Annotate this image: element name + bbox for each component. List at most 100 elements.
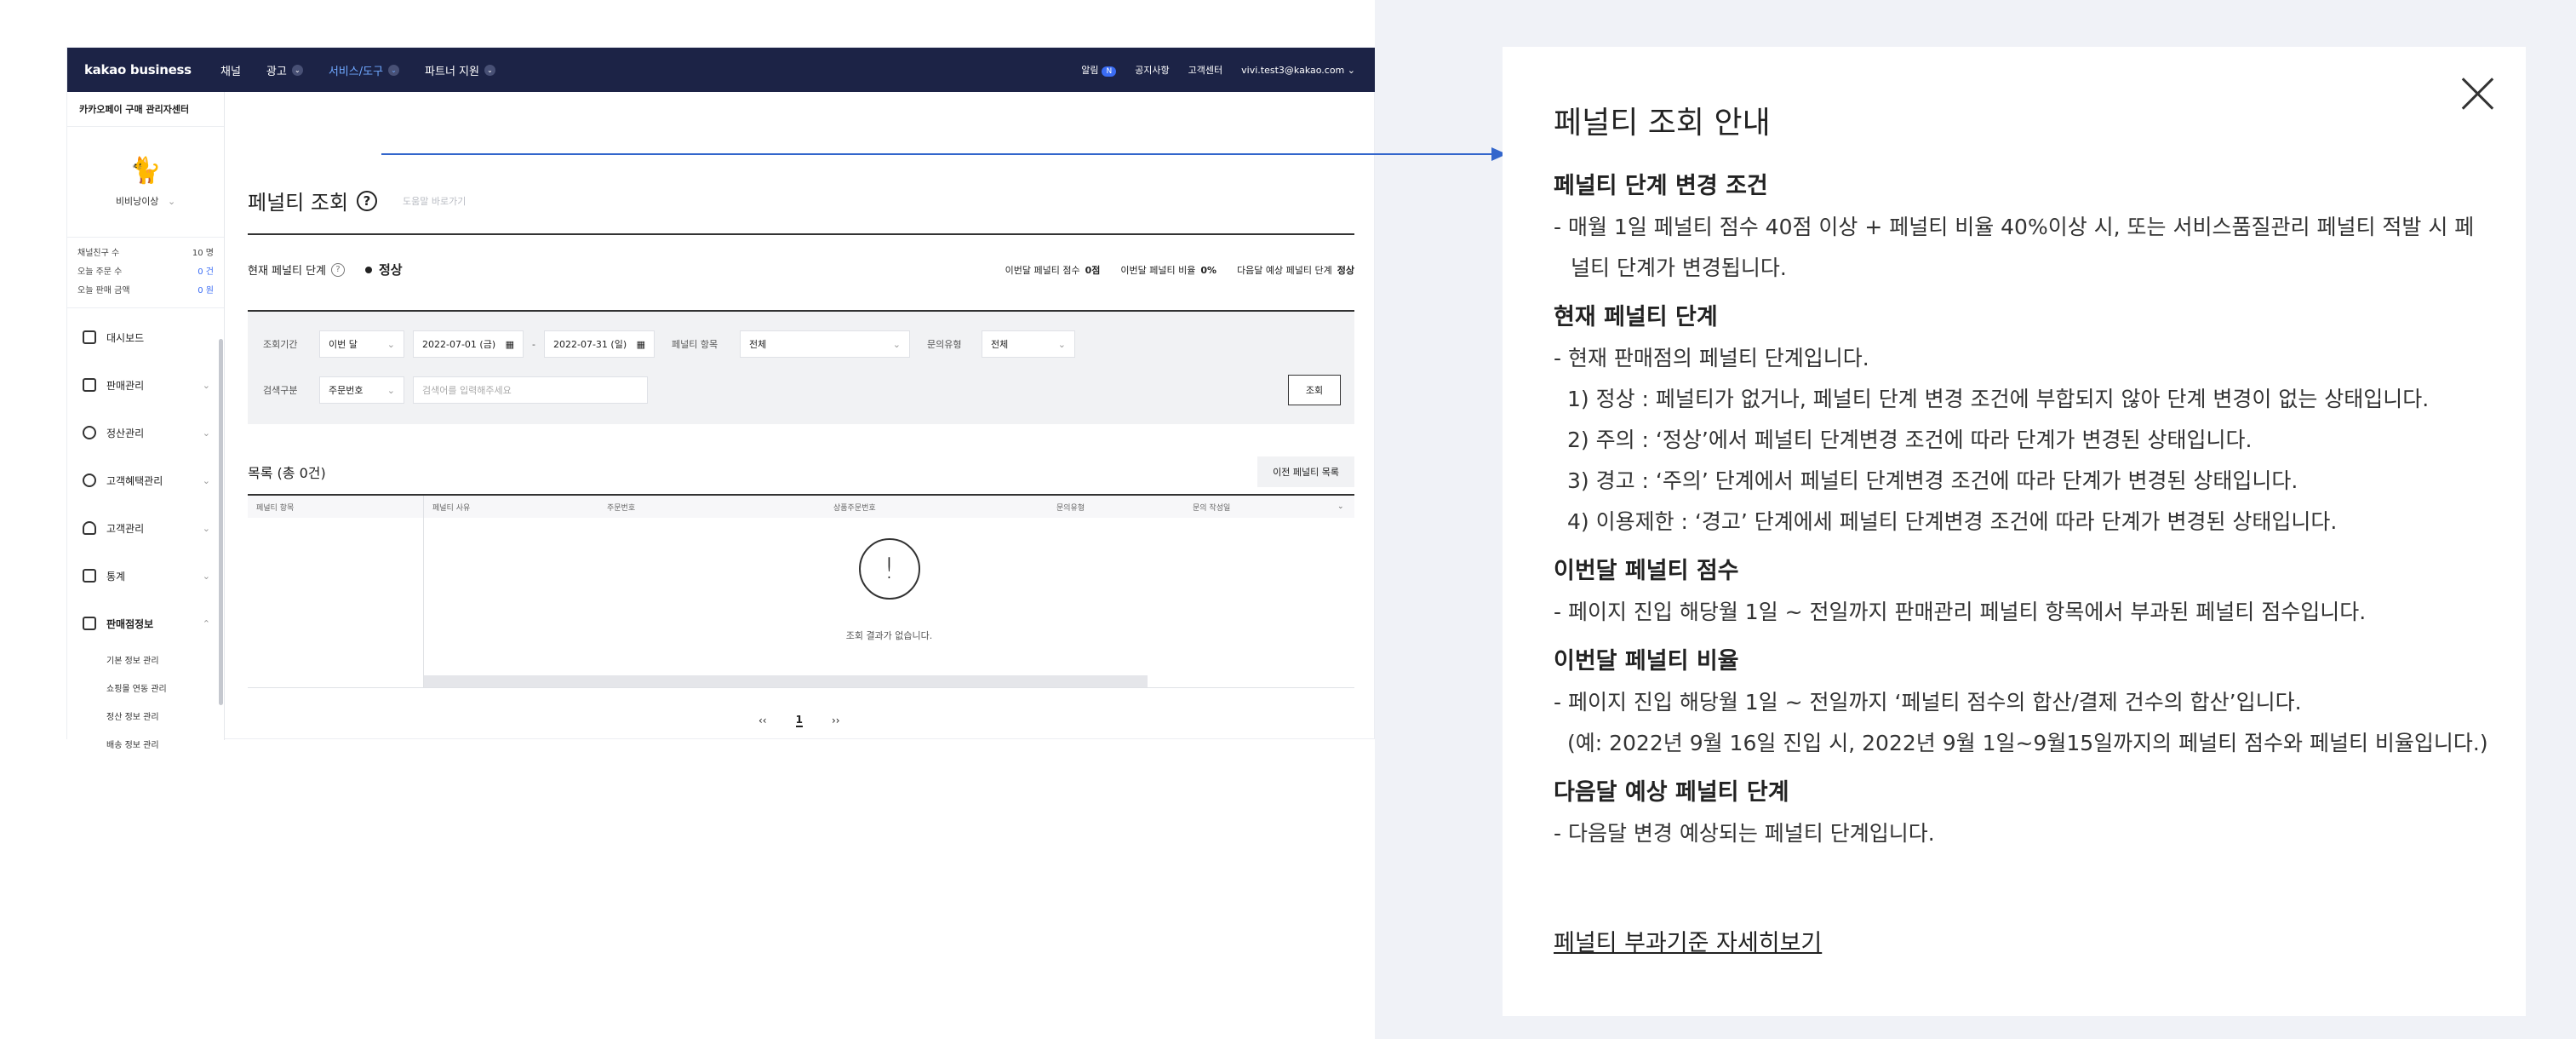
top-nav-bar: kakao business 채널 광고 ⌄ 서비스/도구 ⌄ 파트너 지원 ⌄ 알림… — [67, 48, 1376, 92]
summary-label: 이번달 페널티 비율 — [1120, 264, 1196, 276]
sidebar-item-label: 대시보드 — [106, 331, 145, 344]
period-value: 이번 달 — [329, 339, 358, 350]
column-header: 문의유형 — [1056, 503, 1085, 513]
date-to-field[interactable]: 2022-07-31 (일) ▦ — [543, 330, 655, 358]
stat-row: 오늘 판매 금액 0 원 — [77, 282, 214, 301]
help-icon[interactable]: ? — [331, 262, 345, 277]
chevron-down-icon: ⌄ — [1057, 338, 1066, 350]
empty-message: 조회 결과가 없습니다. — [845, 630, 933, 641]
summary-label: 이번달 페널티 점수 — [1005, 264, 1080, 276]
month-ratio: 이번달 페널티 비율 0% — [1120, 263, 1216, 277]
coupon-icon — [83, 474, 96, 487]
chevron-down-icon: ⌄ — [386, 338, 395, 350]
sidebar-item-settlement[interactable]: 정산관리 ⌄ — [67, 409, 224, 456]
prev-page-button[interactable]: ‹‹ — [758, 715, 767, 726]
chevron-down-icon: ⌄ — [388, 64, 400, 76]
sidebar-item-benefits[interactable]: 고객혜택관리 ⌄ — [67, 456, 224, 504]
stage: kakao business 채널 광고 ⌄ 서비스/도구 ⌄ 파트너 지원 ⌄ 알림… — [0, 0, 2576, 1039]
date-from-field[interactable]: 2022-07-01 (금) ▦ — [413, 330, 524, 358]
filter-row: 조회기간 이번 달 ⌄ 2022-07-01 (금) ▦ - 2022-07-31 … — [263, 330, 1075, 358]
chevron-down-icon: ⌄ — [386, 384, 395, 396]
summary-label: 다음달 예상 페널티 단계 — [1237, 264, 1332, 276]
sidebar-item-label: 고객혜택관리 — [106, 474, 163, 487]
store-icon — [83, 617, 96, 630]
alert-icon: ! — [858, 538, 920, 600]
submenu-item[interactable]: 쇼핑몰 연동 관리 — [106, 675, 224, 703]
inquiry-type-label: 문의유형 — [926, 339, 962, 350]
brand-logo[interactable]: kakao business — [84, 62, 220, 77]
status-label: 현재 페널티 단계? — [248, 261, 345, 278]
inquiry-type-select[interactable]: 전체 ⌄ — [981, 330, 1075, 358]
search-type-select[interactable]: 주문번호 ⌄ — [319, 376, 404, 404]
sidebar-item-store-info[interactable]: 판매점정보 ⌃ — [67, 600, 224, 647]
submenu-item[interactable]: 배송 정보 관리 — [106, 732, 224, 760]
section-heading: 다음달 예상 페널티 단계 — [1554, 779, 1789, 806]
section-line: - 페이지 진입 해당월 1일 ~ 전일까지 ‘페널티 점수의 합산/결제 건수… — [1554, 690, 2302, 715]
profile-selector[interactable]: 비비낭이상 ⌄ — [116, 194, 175, 208]
help-icon[interactable]: ? — [357, 190, 378, 211]
panel-title: 페널티 조회 안내 — [1554, 106, 1771, 141]
status-dot-icon — [365, 266, 372, 273]
section-current-level: 현재 페널티 단계 - 현재 판매점의 페널티 단계입니다. 1) 정상 : 페… — [1554, 297, 2490, 542]
account-menu[interactable]: vivi.test3@kakao.com ⌄ — [1241, 65, 1355, 76]
gnb-item-services[interactable]: 서비스/도구 ⌄ — [329, 62, 400, 78]
sidebar-item-sales[interactable]: 판매관리 ⌄ — [67, 361, 224, 409]
gnb-item-channel[interactable]: 채널 — [220, 62, 241, 78]
penalty-item-select[interactable]: 전체 ⌄ — [739, 330, 910, 358]
help-link[interactable]: 도움말 바로가기 — [403, 194, 466, 208]
stat-value: 0 건 — [197, 267, 214, 277]
column-header: 페널티 사유 — [432, 503, 471, 513]
chevron-down-icon: ⌄ — [291, 64, 303, 76]
summary-value: 정상 — [1337, 264, 1354, 276]
gnb-item-partner[interactable]: 파트너 지원 ⌄ — [425, 62, 495, 78]
section-line: 3) 경고 : ‘주의’ 단계에서 페널티 단계변경 조건에 따라 단계가 변경… — [1567, 468, 2298, 493]
alarm-link[interactable]: 알림 N — [1081, 63, 1117, 77]
chevron-down-icon: ⌄ — [202, 427, 210, 439]
sidebar-item-label: 고객관리 — [106, 522, 145, 535]
sidebar-item-customers[interactable]: 고객관리 ⌄ — [67, 504, 224, 552]
notice-link[interactable]: 공지사항 — [1135, 63, 1169, 77]
search-button[interactable]: 조회 — [1288, 375, 1341, 405]
chevron-down-icon[interactable]: ⌄ — [1329, 502, 1354, 511]
horizontal-scrollbar[interactable] — [424, 675, 1148, 687]
period-select[interactable]: 이번 달 ⌄ — [319, 330, 404, 358]
sidebar-title: 카카오페이 구매 관리자센터 — [67, 92, 224, 127]
support-link[interactable]: 고객센터 — [1188, 63, 1222, 77]
prev-penalty-list-button[interactable]: 이전 페널티 목록 — [1257, 456, 1354, 487]
section-line: - 매월 1일 페널티 점수 40점 이상 + 페널티 비율 40%이상 시, … — [1554, 215, 2475, 239]
penalty-summary: 이번달 페널티 점수 0점 이번달 페널티 비율 0% 다음달 예상 페널티 단계 정… — [1005, 263, 1354, 277]
page-number[interactable]: 1 — [795, 714, 803, 727]
account-email: vivi.test3@kakao.com — [1241, 64, 1345, 76]
summary-value: 0% — [1200, 264, 1217, 276]
sidebar-item-stats[interactable]: 통계 ⌄ — [67, 552, 224, 600]
sidebar-item-label: 판매관리 — [106, 379, 145, 392]
list-title: 목록 (총 0건) — [248, 465, 326, 481]
nickname: 비비낭이상 — [115, 196, 159, 207]
search-input[interactable]: 검색어를 입력해주세요 — [413, 376, 648, 404]
sidebar-item-label: 판매점정보 — [106, 617, 154, 630]
next-page-button[interactable]: ›› — [832, 715, 840, 726]
chevron-down-icon: ⌄ — [202, 570, 210, 582]
column-header: 주문번호 — [607, 503, 636, 513]
gnb-item-ads[interactable]: 광고 ⌄ — [266, 62, 303, 78]
close-icon[interactable] — [2459, 74, 2497, 112]
sidebar-scrollbar[interactable] — [219, 339, 223, 705]
section-month-ratio: 이번달 페널티 비율 - 페이지 진입 해당월 1일 ~ 전일까지 ‘페널티 점… — [1554, 641, 2490, 764]
table-fixed-column — [248, 496, 424, 687]
page-title-text: 페널티 조회 — [248, 191, 349, 215]
new-badge: N — [1102, 66, 1117, 77]
page-title: 페널티 조회 ? 도움말 바로가기 — [248, 186, 466, 215]
sidebar-item-dashboard[interactable]: 대시보드 — [67, 313, 224, 361]
penalty-criteria-link[interactable]: 페널티 부과기준 자세히보기 — [1554, 924, 1822, 957]
section-line: - 현재 판매점의 페널티 단계입니다. — [1554, 346, 1869, 370]
search-filter-panel: 조회기간 이번 달 ⌄ 2022-07-01 (금) ▦ - 2022-07-31 … — [248, 312, 1354, 424]
submenu-item[interactable]: 정산 정보 관리 — [106, 703, 224, 732]
section-line: 2) 주의 : ‘정상’에서 페널티 단계변경 조건에 따라 단계가 변경된 상… — [1567, 428, 2253, 452]
profile-card: 🐈 비비낭이상 ⌄ — [67, 127, 224, 238]
sidebar-menu: 대시보드 판매관리 ⌄ 정산관리 ⌄ 고객혜택관리 ⌄ 고객관리 ⌄ 통계 ⌄ 판매점정보… — [67, 308, 224, 760]
status-label-text: 현재 페널티 단계 — [248, 265, 326, 278]
section-next-level: 다음달 예상 페널티 단계 - 다음달 변경 예상되는 페널티 단계입니다. — [1554, 772, 2490, 854]
submenu-item[interactable]: 기본 정보 관리 — [106, 647, 224, 675]
section-month-score: 이번달 페널티 점수 - 페이지 진입 해당월 1일 ~ 전일까지 판매관리 페… — [1554, 551, 2490, 633]
column-header: 문의 작성일 — [1193, 503, 1231, 513]
